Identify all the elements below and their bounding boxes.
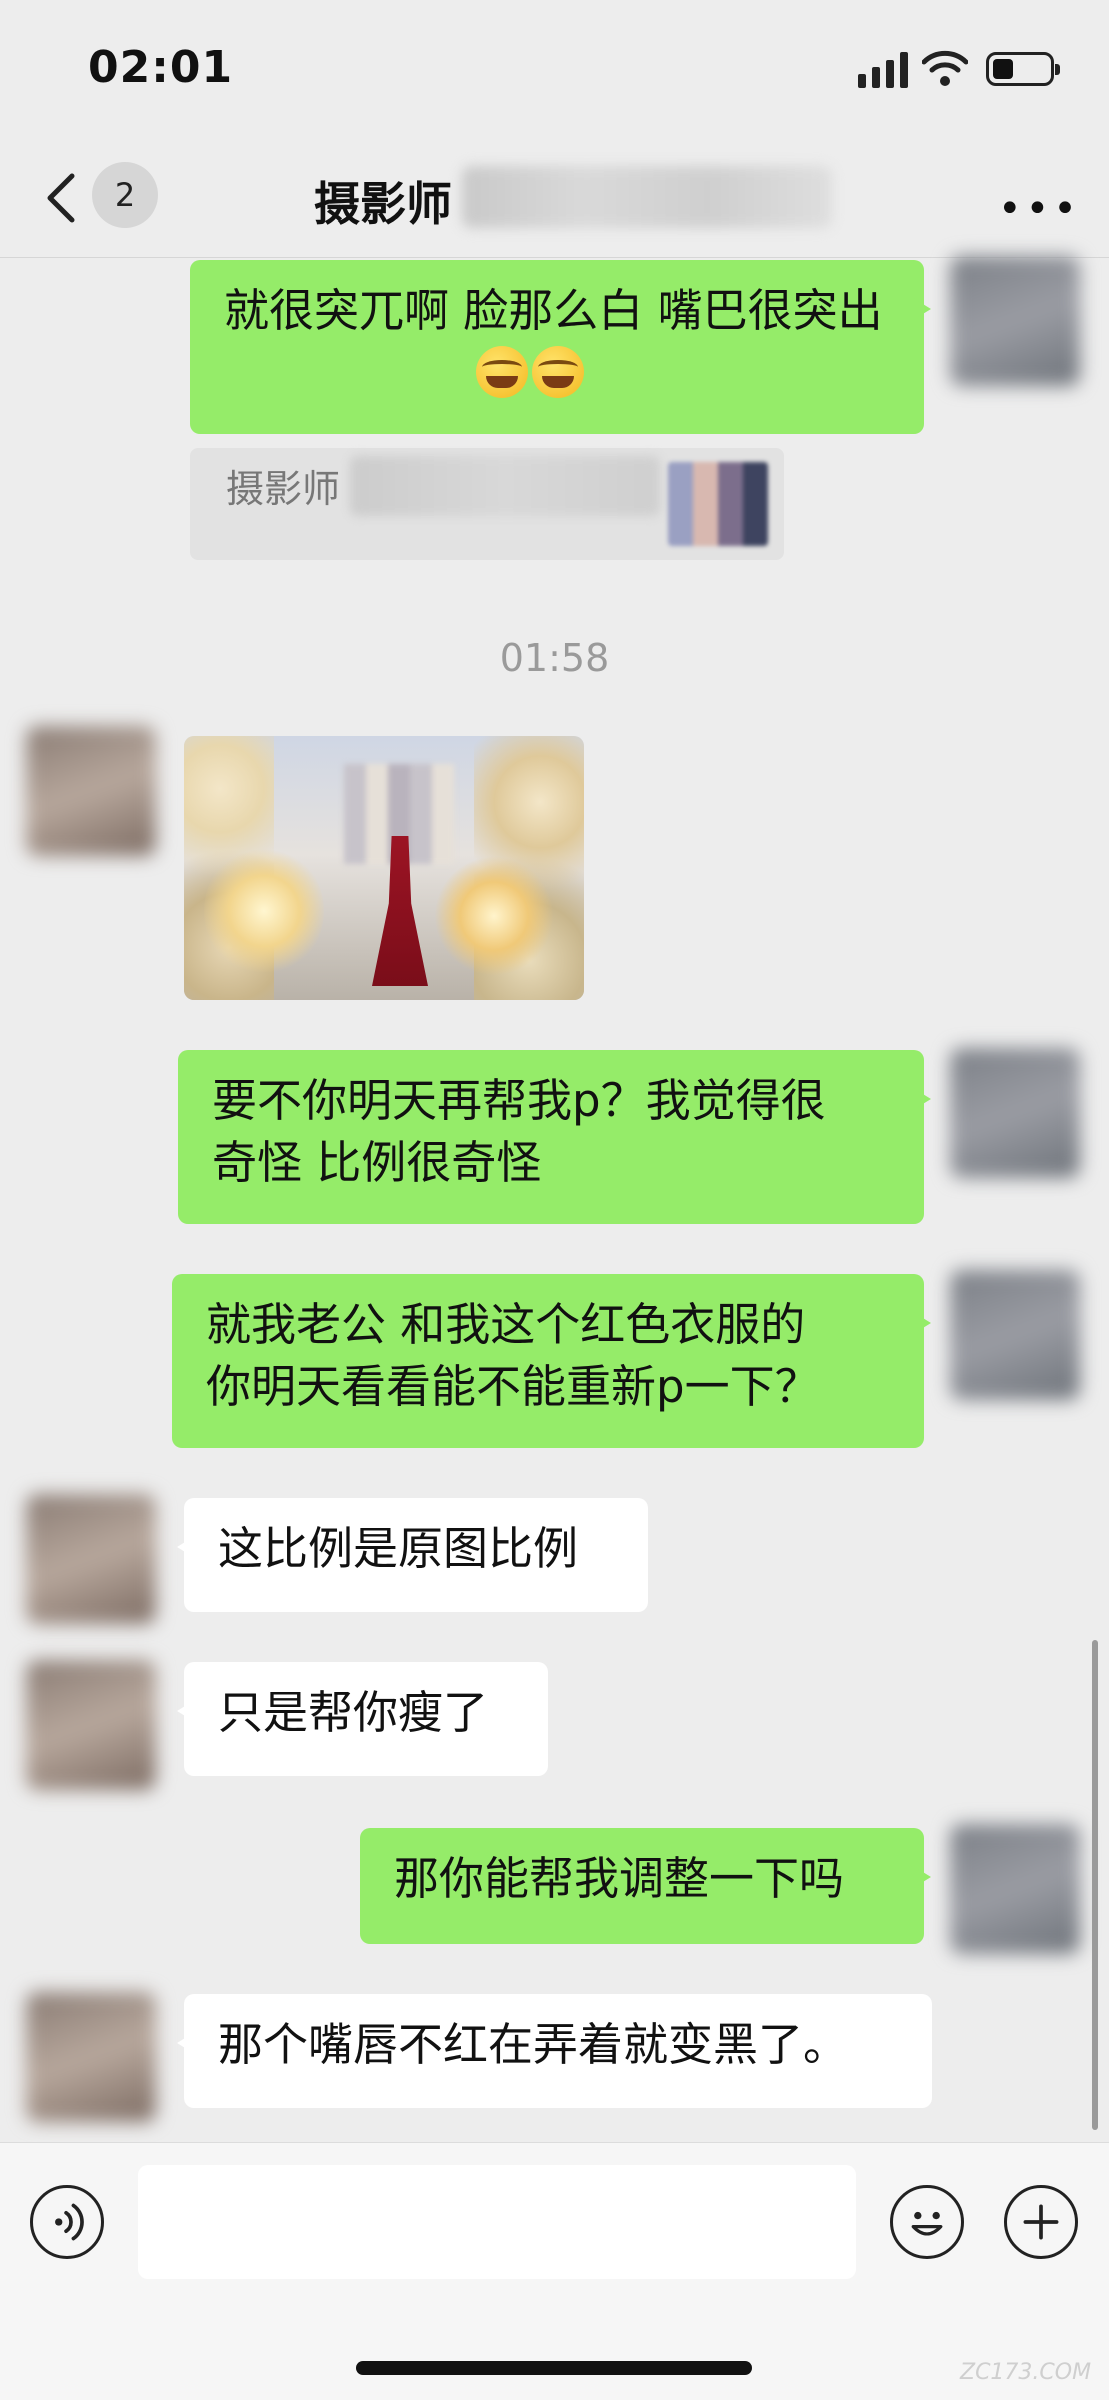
message-text: 那你能帮我调整一下吗	[394, 1852, 845, 1905]
battery-icon	[986, 52, 1060, 86]
chat-header: 2 摄影师 •••	[0, 140, 1109, 258]
avatar[interactable]	[950, 1048, 1080, 1178]
avatar[interactable]	[26, 1494, 156, 1624]
message-text: 就很突兀啊 脸那么白 嘴巴很突出	[224, 284, 883, 337]
avatar[interactable]	[950, 1270, 1080, 1400]
avatar[interactable]	[26, 1660, 156, 1790]
message-bubble-received[interactable]: 只是帮你瘦了	[177, 1662, 548, 1776]
laughing-crying-emoji-icon	[476, 346, 528, 398]
status-time: 02:01	[88, 42, 234, 93]
message-bubble-sent[interactable]: 就我老公 和我这个红色衣服的 你明天看看能不能重新p一下？	[172, 1274, 931, 1448]
home-indicator[interactable]	[356, 2361, 752, 2375]
laughing-crying-emoji-icon	[532, 346, 584, 398]
message-text: 这比例是原图比例	[218, 1522, 579, 1575]
quote-sender: 摄影师	[226, 467, 341, 511]
message-bubble-received[interactable]: 这比例是原图比例	[177, 1498, 648, 1612]
image-message[interactable]	[184, 736, 584, 1000]
voice-icon[interactable]	[30, 2185, 104, 2259]
message-text-line1: 要不你明天再帮我p？我觉得很	[212, 1074, 826, 1127]
message-bubble-received[interactable]: 那个嘴唇不红在弄着就变黑了。	[177, 1994, 932, 2108]
plus-icon[interactable]	[1004, 2185, 1078, 2259]
quote-blurred-name	[350, 456, 660, 516]
watermark: ZC173.COM	[960, 2360, 1092, 2385]
avatar[interactable]	[26, 726, 156, 856]
emoji-icon[interactable]	[890, 2185, 964, 2259]
message-input[interactable]	[138, 2165, 856, 2279]
status-bar: 02:01	[0, 0, 1109, 140]
input-bar	[0, 2142, 1109, 2400]
message-bubble-sent[interactable]: 要不你明天再帮我p？我觉得很 奇怪 比例很奇怪	[178, 1050, 931, 1224]
message-text: 只是帮你瘦了	[218, 1686, 489, 1739]
scrollbar[interactable]	[1092, 1640, 1098, 2130]
unread-count-badge[interactable]: 2	[92, 162, 158, 228]
message-text-line2: 你明天看看能不能重新p一下？	[206, 1360, 820, 1413]
avatar[interactable]	[950, 1824, 1080, 1954]
timestamp: 01:58	[499, 636, 610, 680]
signal-icon	[858, 52, 908, 88]
title-blurred-name	[462, 166, 832, 228]
wifi-icon	[922, 50, 968, 86]
message-text-line1: 就我老公 和我这个红色衣服的	[206, 1298, 806, 1351]
quote-thumbnail	[668, 462, 768, 546]
avatar[interactable]	[26, 1992, 156, 2122]
avatar[interactable]	[950, 256, 1080, 386]
message-text: 那个嘴唇不红在弄着就变黑了。	[218, 2018, 849, 2071]
message-bubble-sent[interactable]: 那你能帮我调整一下吗	[360, 1828, 931, 1944]
more-icon[interactable]: •••	[998, 186, 1081, 232]
quoted-message[interactable]: 摄影师	[190, 448, 784, 560]
chat-title: 摄影师	[314, 177, 452, 231]
back-icon[interactable]	[38, 170, 88, 226]
message-text-line2: 奇怪 比例很奇怪	[212, 1136, 542, 1189]
message-bubble-sent[interactable]: 就很突兀啊 脸那么白 嘴巴很突出	[190, 260, 931, 434]
